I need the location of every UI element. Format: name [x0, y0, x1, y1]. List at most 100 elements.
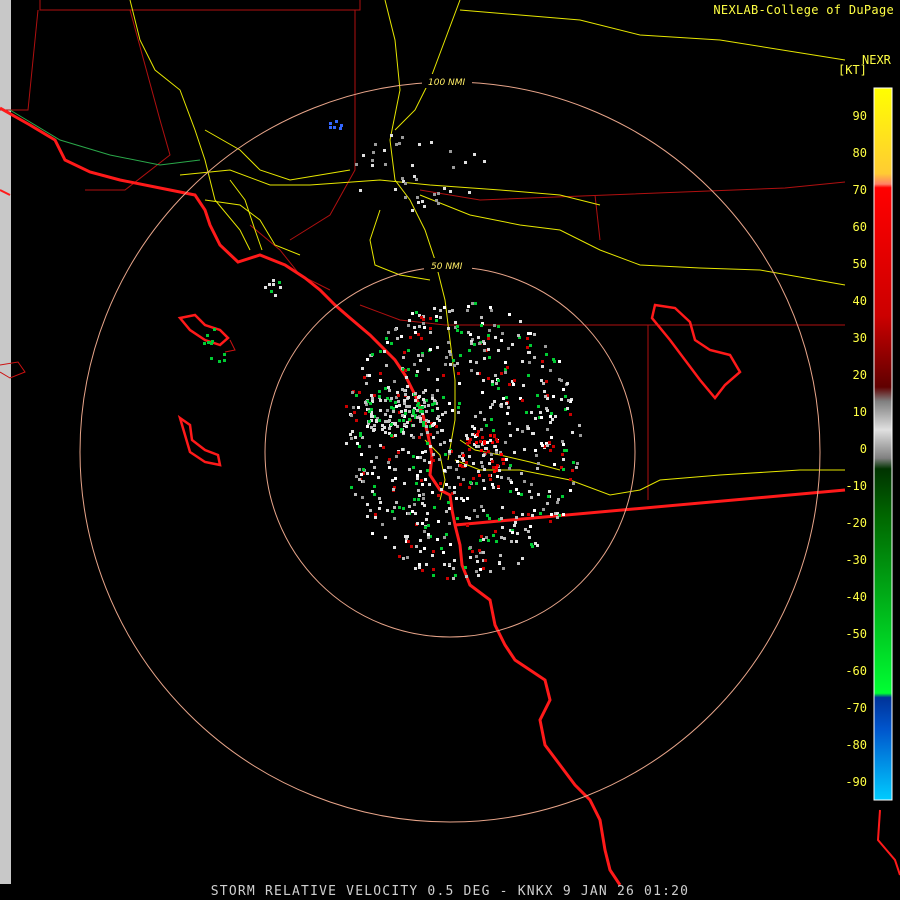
- radar-echo-pixel: [461, 465, 464, 468]
- radar-echo-pixel: [500, 536, 503, 539]
- secondary-roads: [9, 109, 201, 166]
- radar-echo-pixel: [371, 472, 374, 475]
- radar-echo-pixel: [355, 394, 358, 397]
- radar-echo-pixel: [527, 374, 530, 377]
- radar-echo-pixel: [561, 440, 564, 443]
- radar-echo-pixel: [537, 405, 540, 408]
- radar-echo-pixel: [359, 189, 362, 192]
- radar-echo-pixel: [476, 372, 479, 375]
- radar-echo-pixel: [387, 386, 390, 389]
- radar-echo-pixel: [412, 455, 415, 458]
- radar-echo-pixel: [501, 332, 504, 335]
- radar-echo-pixel: [371, 415, 374, 418]
- radar-echo-pixel: [419, 550, 422, 553]
- radar-echo-pixel: [390, 434, 393, 437]
- radar-echo-pixel: [448, 486, 451, 489]
- radar-echo-pixel: [387, 420, 390, 423]
- radar-echo-pixel: [560, 398, 563, 401]
- legend-tick-label: -10: [845, 479, 867, 493]
- radar-echo-pixel: [499, 554, 502, 557]
- radar-echo-pixel: [544, 395, 547, 398]
- radar-echo-pixel: [501, 506, 504, 509]
- radar-echo-pixel: [360, 473, 363, 476]
- radar-echo-pixel: [465, 575, 468, 578]
- radar-echo-pixel: [498, 469, 501, 472]
- radar-echo-pixel: [516, 532, 519, 535]
- radar-echo-pixel: [374, 513, 377, 516]
- radar-echo-pixel: [466, 524, 469, 527]
- radar-echo-pixel: [550, 412, 553, 415]
- radar-echo-pixel: [459, 483, 462, 486]
- radar-echo-pixel: [431, 491, 434, 494]
- radar-echo-pixel: [449, 543, 452, 546]
- radar-echo-pixel: [375, 456, 378, 459]
- radar-echo-pixel: [491, 460, 494, 463]
- radar-echo-pixel: [440, 429, 443, 432]
- radar-echo-pixel: [415, 482, 418, 485]
- radar-echo-pixel: [562, 468, 565, 471]
- radar-echo-pixel: [415, 374, 418, 377]
- radar-echo-pixel: [514, 521, 517, 524]
- radar-echo-pixel: [397, 451, 400, 454]
- legend-tick-label: -50: [845, 627, 867, 641]
- radar-echo-pixel: [423, 326, 426, 329]
- radar-echo-pixel: [401, 177, 404, 180]
- radar-echo-pixel: [402, 507, 405, 510]
- radar-echo-pixel: [430, 141, 433, 144]
- radar-echo-pixel: [494, 445, 497, 448]
- radar-echo-pixel: [473, 153, 476, 156]
- radar-echo-pixel: [530, 411, 533, 414]
- radar-echo-pixel: [418, 563, 421, 566]
- radar-echo-pixel: [426, 442, 429, 445]
- radar-echo-pixel: [427, 524, 430, 527]
- radar-echo-pixel: [415, 545, 418, 548]
- radar-echo-pixel: [425, 518, 428, 521]
- radar-echo-pixel: [410, 545, 413, 548]
- radar-echo-pixel: [462, 478, 465, 481]
- radar-echo-pixel: [408, 319, 411, 322]
- radar-echo-pixel: [480, 461, 483, 464]
- radar-echo-pixel: [540, 379, 543, 382]
- radar-echo-pixel: [388, 466, 391, 469]
- radar-echo-pixel: [540, 416, 543, 419]
- radar-echo-pixel: [436, 407, 439, 410]
- radar-echo-pixel: [562, 458, 565, 461]
- radar-echo-pixel: [527, 530, 530, 533]
- legend-tick-label: 70: [853, 183, 867, 197]
- radar-echo-pixel: [386, 409, 389, 412]
- radar-echo-pixel: [425, 563, 428, 566]
- radar-echo-pixel: [534, 449, 537, 452]
- radar-echo-pixel: [345, 442, 348, 445]
- radar-echo-pixel: [206, 334, 209, 337]
- radar-echo-pixel: [443, 441, 446, 444]
- radar-echo-pixel: [441, 413, 444, 416]
- radar-echo-pixel: [379, 372, 382, 375]
- radar-echo-pixel: [405, 376, 408, 379]
- radar-echo-pixel: [436, 389, 439, 392]
- radar-echo-pixel: [427, 404, 430, 407]
- radar-echo-pixel: [436, 538, 439, 541]
- radar-echo-pixel: [500, 476, 503, 479]
- radar-echo-pixel: [384, 163, 387, 166]
- radar-echo-pixel: [522, 384, 525, 387]
- legend-tick-label: 80: [853, 146, 867, 160]
- radar-echo-pixel: [427, 368, 430, 371]
- radar-echo-pixel: [457, 406, 460, 409]
- radar-echo-pixel: [482, 479, 485, 482]
- radar-echo-pixel: [417, 333, 420, 336]
- legend-tick-label: 50: [853, 257, 867, 271]
- radar-echo-pixel: [481, 465, 484, 468]
- radar-echo-pixel: [354, 436, 357, 439]
- radar-echo-pixel: [381, 428, 384, 431]
- radar-echo-pixel: [264, 286, 267, 289]
- radar-echo-pixel: [545, 353, 548, 356]
- radar-echo-pixel: [478, 474, 481, 477]
- radar-echo-pixel: [475, 555, 478, 558]
- radar-echo-pixel: [444, 453, 447, 456]
- radar-echo-pixel: [442, 396, 445, 399]
- radar-echo-pixel: [546, 502, 549, 505]
- radar-echo-pixel: [465, 434, 468, 437]
- radar-echo-pixel: [449, 190, 452, 193]
- radar-echo-pixel: [530, 483, 533, 486]
- radar-echo-pixel: [408, 468, 411, 471]
